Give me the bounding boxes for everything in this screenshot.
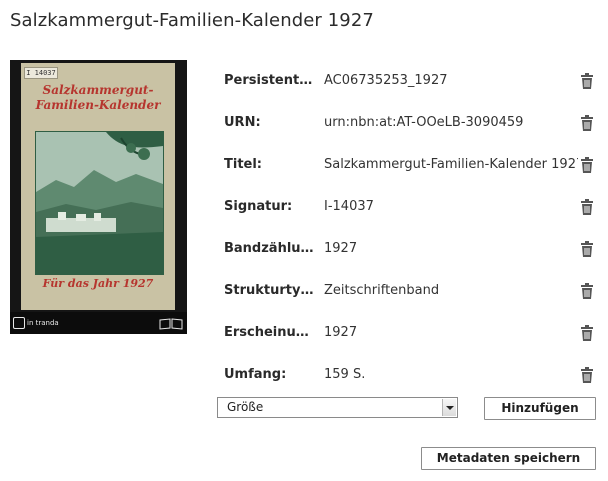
cover-footer: Für das Jahr 1927	[42, 277, 154, 290]
metadata-value: 1927	[324, 241, 358, 256]
chevron-down-icon[interactable]	[442, 399, 456, 416]
metadata-label: Umfang:	[224, 367, 287, 382]
metadata-label: Persistente...	[224, 73, 314, 88]
cover-paper: I 14037 Salzkammergut- Familien-Kalender…	[21, 63, 175, 310]
trash-icon[interactable]	[580, 199, 594, 215]
book-icon	[159, 318, 183, 330]
cover-title: Salzkammergut- Familien-Kalender	[21, 83, 175, 113]
cover-shelf-label: I 14037	[24, 67, 58, 79]
trash-icon[interactable]	[580, 157, 594, 173]
landscape-illustration	[36, 132, 163, 274]
trash-icon[interactable]	[580, 115, 594, 131]
trash-icon[interactable]	[580, 367, 594, 383]
metadata-value: 1927	[324, 325, 358, 340]
cover-title-line2: Familien-Kalender	[35, 98, 161, 112]
metadata-value: AC06735253_1927	[324, 73, 448, 88]
cover-image[interactable]: I 14037 Salzkammergut- Familien-Kalender…	[10, 60, 187, 334]
metadata-label: URN:	[224, 115, 261, 130]
metadata-value: Salzkammergut-Familien-Kalender 1927	[324, 157, 578, 172]
metadata-value: I-14037	[324, 199, 374, 214]
cover-illustration	[35, 131, 164, 275]
metadata-row: Umfang: 159 S.	[224, 365, 596, 385]
metadata-row: Strukturtyp: Zeitschriftenband	[224, 281, 596, 301]
metadata-label: Strukturtyp:	[224, 283, 314, 298]
save-metadata-button[interactable]: Metadaten speichern	[421, 447, 596, 470]
metadata-field-select[interactable]: Größe	[217, 397, 458, 418]
metadata-label: Titel:	[224, 157, 263, 172]
trash-icon[interactable]	[580, 283, 594, 299]
metadata-label: Erscheinun...	[224, 325, 314, 340]
add-button[interactable]: Hinzufügen	[484, 397, 596, 420]
metadata-row: Persistente... AC06735253_1927	[224, 71, 596, 91]
metadata-row: Bandzählung: 1927	[224, 239, 596, 259]
trash-icon[interactable]	[580, 325, 594, 341]
cover-title-line1: Salzkammergut-	[42, 83, 154, 97]
metadata-row: Erscheinun... 1927	[224, 323, 596, 343]
cover-bottom-bar: in tranda	[10, 312, 187, 334]
metadata-row: Titel: Salzkammergut-Familien-Kalender 1…	[224, 155, 596, 175]
metadata-value: Zeitschriftenband	[324, 283, 440, 298]
metadata-label: Bandzählung:	[224, 241, 314, 256]
metadata-value: urn:nbn:at:AT-OOeLB-3090459	[324, 115, 524, 130]
cover-logo: in tranda	[13, 316, 59, 330]
metadata-value: 159 S.	[324, 367, 366, 382]
page-title: Salzkammergut-Familien-Kalender 1927	[10, 10, 374, 31]
cover-logo-text: in tranda	[27, 319, 59, 327]
metadata-row: URN: urn:nbn:at:AT-OOeLB-3090459	[224, 113, 596, 133]
logo-mark-icon	[13, 317, 25, 329]
trash-icon[interactable]	[580, 73, 594, 89]
metadata-label: Signatur:	[224, 199, 293, 214]
trash-icon[interactable]	[580, 241, 594, 257]
metadata-row: Signatur: I-14037	[224, 197, 596, 217]
select-value: Größe	[227, 400, 264, 414]
